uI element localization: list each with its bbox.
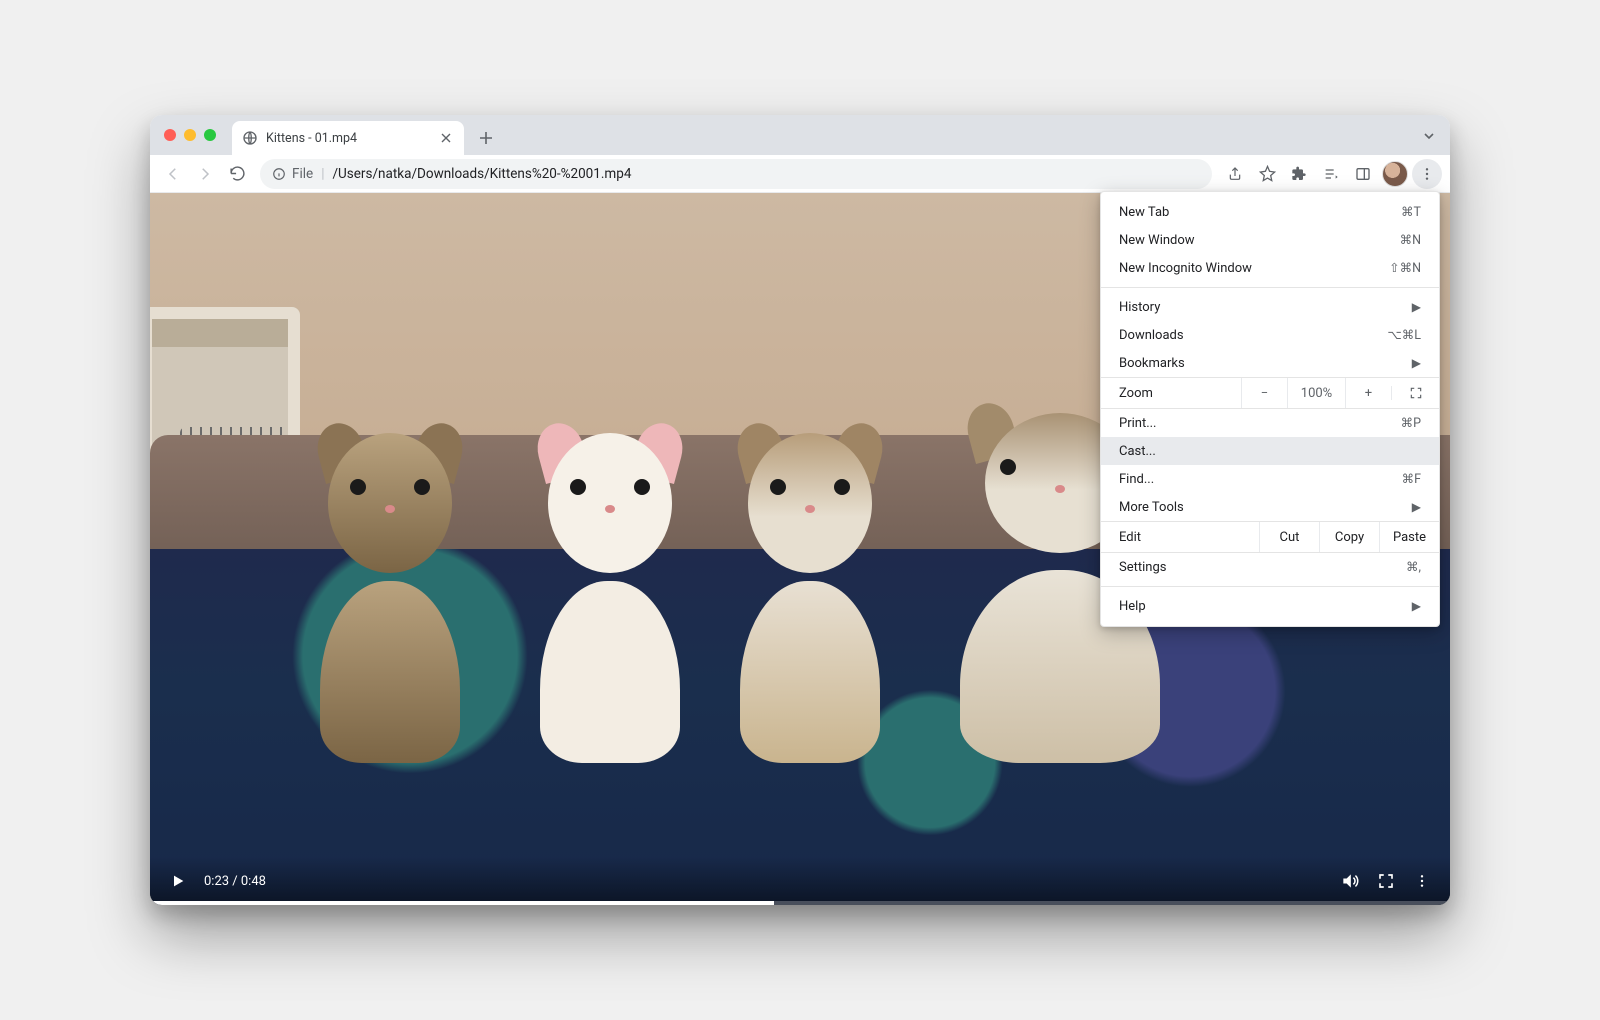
menu-help[interactable]: Help ▶ — [1101, 592, 1439, 620]
menu-label: Find... — [1119, 472, 1154, 487]
zoom-fullscreen-button[interactable] — [1391, 386, 1439, 400]
menu-find[interactable]: Find... ⌘F — [1101, 465, 1439, 493]
menu-new-tab[interactable]: New Tab ⌘T — [1101, 198, 1439, 226]
tabs-dropdown-button[interactable] — [1422, 129, 1436, 143]
edit-paste-button[interactable]: Paste — [1379, 522, 1439, 552]
menu-shortcut: ⌘F — [1402, 471, 1421, 487]
menu-label: Edit — [1101, 530, 1259, 545]
menu-shortcut: ⌘, — [1406, 559, 1421, 575]
menu-label: History — [1119, 300, 1160, 315]
play-button[interactable] — [168, 871, 188, 891]
zoom-value: 100% — [1287, 378, 1345, 408]
new-tab-button[interactable] — [472, 124, 500, 152]
menu-separator — [1101, 586, 1439, 587]
extensions-button[interactable] — [1284, 159, 1314, 189]
info-icon — [272, 167, 286, 181]
chrome-menu: New Tab ⌘T New Window ⌘N New Incognito W… — [1100, 191, 1440, 627]
menu-more-tools[interactable]: More Tools ▶ — [1101, 493, 1439, 521]
avatar-icon — [1382, 161, 1408, 187]
chrome-menu-button[interactable] — [1412, 159, 1442, 189]
menu-shortcut: ⌥⌘L — [1387, 327, 1421, 343]
menu-label: Print... — [1119, 416, 1156, 431]
menu-zoom-row: Zoom − 100% + — [1101, 377, 1439, 409]
browser-tab[interactable]: Kittens - 01.mp4 — [232, 121, 464, 155]
menu-label: More Tools — [1119, 500, 1184, 515]
profile-button[interactable] — [1380, 159, 1410, 189]
video-more-button[interactable] — [1412, 871, 1432, 891]
menu-label: Zoom — [1101, 386, 1241, 401]
share-button[interactable] — [1220, 159, 1250, 189]
bookmark-button[interactable] — [1252, 159, 1282, 189]
back-button[interactable] — [158, 159, 188, 189]
site-info-button[interactable]: File — [272, 166, 313, 182]
fullscreen-button[interactable] — [1376, 871, 1396, 891]
zoom-out-button[interactable]: − — [1241, 378, 1287, 408]
menu-label: Downloads — [1119, 328, 1184, 343]
menu-label: Settings — [1119, 560, 1166, 575]
submenu-arrow-icon: ▶ — [1412, 356, 1421, 370]
video-progress-played — [150, 901, 774, 905]
submenu-arrow-icon: ▶ — [1412, 300, 1421, 314]
address-bar[interactable]: File | /Users/natka/Downloads/Kittens%20… — [260, 159, 1212, 189]
globe-icon — [242, 130, 258, 146]
tab-close-button[interactable] — [438, 130, 454, 146]
video-time-display: 0:23 / 0:48 — [204, 874, 266, 889]
window-close-button[interactable] — [164, 129, 176, 141]
tab-title: Kittens - 01.mp4 — [266, 131, 430, 146]
divider: | — [321, 166, 324, 182]
menu-label: New Tab — [1119, 205, 1169, 220]
browser-window: Kittens - 01.mp4 File | /User — [150, 115, 1450, 905]
menu-shortcut: ⌘T — [1401, 204, 1421, 220]
menu-print[interactable]: Print... ⌘P — [1101, 409, 1439, 437]
window-minimize-button[interactable] — [184, 129, 196, 141]
menu-shortcut: ⇧⌘N — [1389, 260, 1421, 276]
video-progress-bar[interactable] — [150, 901, 1450, 905]
edit-copy-button[interactable]: Copy — [1319, 522, 1379, 552]
forward-button[interactable] — [190, 159, 220, 189]
menu-history[interactable]: History ▶ — [1101, 293, 1439, 321]
menu-label: New Incognito Window — [1119, 261, 1252, 276]
volume-button[interactable] — [1340, 871, 1360, 891]
tab-strip: Kittens - 01.mp4 — [150, 115, 1450, 155]
media-control-button[interactable] — [1316, 159, 1346, 189]
menu-settings[interactable]: Settings ⌘, — [1101, 553, 1439, 581]
edit-cut-button[interactable]: Cut — [1259, 522, 1319, 552]
side-panel-button[interactable] — [1348, 159, 1378, 189]
menu-label: Cast... — [1119, 444, 1156, 459]
menu-separator — [1101, 287, 1439, 288]
menu-label: Bookmarks — [1119, 356, 1185, 371]
menu-downloads[interactable]: Downloads ⌥⌘L — [1101, 321, 1439, 349]
menu-cast[interactable]: Cast... — [1101, 437, 1439, 465]
menu-new-incognito[interactable]: New Incognito Window ⇧⌘N — [1101, 254, 1439, 282]
url-scheme-label: File — [292, 166, 313, 182]
zoom-in-button[interactable]: + — [1345, 378, 1391, 408]
toolbar: File | /Users/natka/Downloads/Kittens%20… — [150, 155, 1450, 193]
traffic-lights — [164, 129, 216, 141]
menu-shortcut: ⌘P — [1401, 415, 1421, 431]
menu-label: New Window — [1119, 233, 1195, 248]
submenu-arrow-icon: ▶ — [1412, 599, 1421, 613]
menu-new-window[interactable]: New Window ⌘N — [1101, 226, 1439, 254]
reload-button[interactable] — [222, 159, 252, 189]
menu-shortcut: ⌘N — [1400, 232, 1421, 248]
menu-edit-row: Edit Cut Copy Paste — [1101, 521, 1439, 553]
video-controls: 0:23 / 0:48 — [150, 857, 1450, 905]
submenu-arrow-icon: ▶ — [1412, 500, 1421, 514]
menu-label: Help — [1119, 599, 1146, 614]
menu-bookmarks[interactable]: Bookmarks ▶ — [1101, 349, 1439, 377]
url-text: /Users/natka/Downloads/Kittens%20-%2001.… — [332, 166, 631, 182]
window-zoom-button[interactable] — [204, 129, 216, 141]
